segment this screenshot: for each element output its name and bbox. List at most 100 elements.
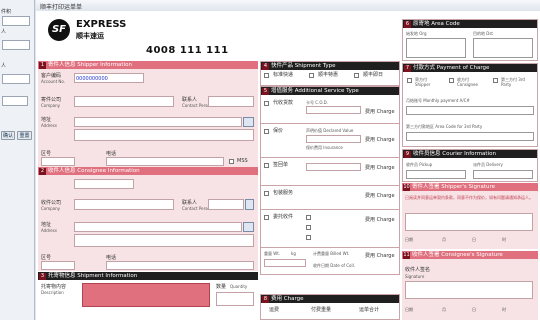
entrust-checkbox[interactable] [264, 215, 269, 220]
payment-num: 7 [404, 65, 411, 72]
left-field-3[interactable] [2, 74, 30, 84]
packaging-charge-label: 费用 Charge [365, 193, 395, 199]
entrust-opt-3-checkbox[interactable] [306, 235, 311, 240]
declared-value-field[interactable] [306, 135, 361, 143]
shipper-contact-field[interactable] [208, 96, 254, 107]
window-title: 顺丰打印运单单 [40, 4, 83, 11]
third-party-area-field[interactable] [406, 132, 534, 141]
insurance-checkbox[interactable] [264, 129, 269, 134]
mss-checkbox[interactable] [229, 159, 234, 164]
monthly-account-field[interactable] [406, 106, 534, 115]
consignee-address-field-2[interactable] [74, 234, 254, 247]
account-field[interactable]: 0000000000 [74, 73, 144, 83]
shipment-header-text: 托寄物信息 Shipment Information [48, 273, 138, 279]
pay-shipper-checkbox[interactable] [407, 78, 412, 83]
weight-field[interactable] [264, 259, 306, 267]
shipper-phone-field[interactable] [106, 157, 224, 166]
entrust-opt-1-checkbox[interactable] [306, 215, 311, 220]
consignee-sign-label: 收件人签名 [405, 267, 431, 273]
additional-row-1: 代收货款 [273, 100, 294, 106]
left-field-2[interactable] [2, 40, 30, 50]
consignee-contact-field[interactable] [208, 199, 244, 210]
shipper-signature-section: 10 寄件人签署 Shipper's Signature 已阅读并同意运单契约条款… [402, 183, 538, 249]
waybill-form: SF EXPRESS 顺丰速运 4008 111 111 1 寄件人信息 Ship… [36, 11, 540, 320]
divider [261, 157, 399, 158]
service-header-text: 快件产品 Shipment Type [271, 63, 336, 69]
pay-consignee-checkbox[interactable] [449, 78, 454, 83]
shipper-sign-time-label: 时 [502, 237, 506, 242]
left-field-4[interactable] [2, 96, 28, 106]
left-panel: 件积 人 人 确认 重置 [0, 0, 35, 320]
origin-field[interactable] [406, 38, 466, 58]
consignee-address-sub: Address [41, 228, 57, 233]
service-option-3-checkbox[interactable] [354, 73, 359, 78]
service-header: 4 快件产品 Shipment Type [261, 62, 399, 70]
courier-num: 9 [404, 151, 411, 158]
return-receipt-checkbox[interactable] [264, 163, 269, 168]
charge-header: 8 费用 Charge [261, 295, 399, 303]
service-num: 4 [262, 63, 269, 70]
brand-name-cn: 顺丰速运 [76, 32, 104, 40]
shipper-address-field[interactable] [74, 117, 242, 127]
consignee-num: 2 [39, 168, 46, 175]
additional-row-5: 委托收件 [273, 214, 294, 220]
contact-dropdown-icon[interactable] [245, 199, 254, 210]
shipper-signature-header: 10 寄件人签署 Shipper's Signature [402, 183, 538, 191]
shipment-num: 3 [39, 273, 46, 280]
entrust-opt-2-checkbox[interactable] [306, 225, 311, 230]
return-receipt-field[interactable] [306, 163, 361, 171]
destination-field[interactable] [473, 38, 533, 58]
packaging-checkbox[interactable] [264, 191, 269, 196]
consignee-signature-field[interactable] [405, 281, 533, 299]
additional-num: 5 [262, 88, 269, 95]
qty-field[interactable] [216, 292, 254, 306]
additional-row-2: 保价 [273, 128, 284, 134]
left-field-1[interactable] [2, 16, 30, 26]
area-code-header: 6 原寄地 Area Code [403, 20, 537, 28]
third-party-area-label: 第三方付款地区 Area Code for 3rd Party [406, 124, 483, 129]
brand-name: EXPRESS [76, 19, 127, 30]
cod-field[interactable] [306, 106, 361, 114]
reset-button[interactable]: 重置 [17, 131, 32, 140]
shipper-signature-field[interactable] [405, 213, 533, 231]
mss-label: MSS [237, 158, 248, 164]
pickup-label: 收件员 Pickup [406, 162, 433, 167]
content-field[interactable] [82, 283, 210, 307]
shipper-company-field[interactable] [74, 96, 174, 107]
pickup-field[interactable] [406, 170, 466, 179]
consignee-sign-sub: Signature [405, 274, 425, 279]
service-option-1-checkbox[interactable] [264, 73, 269, 78]
charge-col-1: 运费 [269, 307, 280, 313]
delivery-field[interactable] [473, 170, 533, 179]
insurance-note: 保价费用 Insurance [306, 145, 343, 150]
sf-logo-icon: SF [48, 19, 70, 41]
area-code-header-text: 原寄地 Area Code [413, 21, 460, 27]
charge-col-2: 付费重量 [311, 307, 332, 313]
consignee-address-field[interactable] [74, 222, 242, 232]
address-book-icon[interactable] [243, 117, 254, 127]
pay-third-party-checkbox[interactable] [493, 78, 498, 83]
shipper-zip-field[interactable] [41, 157, 75, 166]
consignee-company-field[interactable] [74, 199, 174, 210]
consignee-code-field[interactable] [74, 179, 134, 189]
shipper-header-text: 寄件人信息 Shipper Information [48, 62, 132, 68]
content-sub: Description [41, 290, 64, 295]
shipper-address-field-2[interactable] [74, 129, 254, 141]
consignee-address-book-icon[interactable] [243, 222, 254, 232]
payment-header-text: 付款方式 Payment of Charge [413, 65, 490, 71]
collection-date-label: 收件日期 Date of Coll. [313, 263, 355, 268]
consignee-zip-field[interactable] [41, 261, 75, 270]
qty-sub: Quantity [230, 284, 248, 289]
cod-checkbox[interactable] [264, 101, 269, 106]
destination-label: 目的地 Dst [473, 31, 494, 36]
shipper-section: 1 寄件人信息 Shipper Information 客户编码 Account … [38, 61, 258, 167]
confirm-button[interactable]: 确认 [1, 131, 15, 140]
account-sub: Account No. [41, 79, 66, 84]
shipment-section: 3 托寄物信息 Shipment Information 托寄物内容 Descri… [38, 272, 258, 320]
courier-header: 9 收件员信息 Courier Information [403, 150, 537, 158]
service-option-2-checkbox[interactable] [309, 73, 314, 78]
shipper-signature-num: 10 [403, 184, 410, 191]
consignee-phone-field[interactable] [106, 261, 254, 270]
consignee-header-text: 收件人信息 Consignee Information [48, 168, 140, 174]
delivery-label: 派件员 Delivery [473, 162, 503, 167]
